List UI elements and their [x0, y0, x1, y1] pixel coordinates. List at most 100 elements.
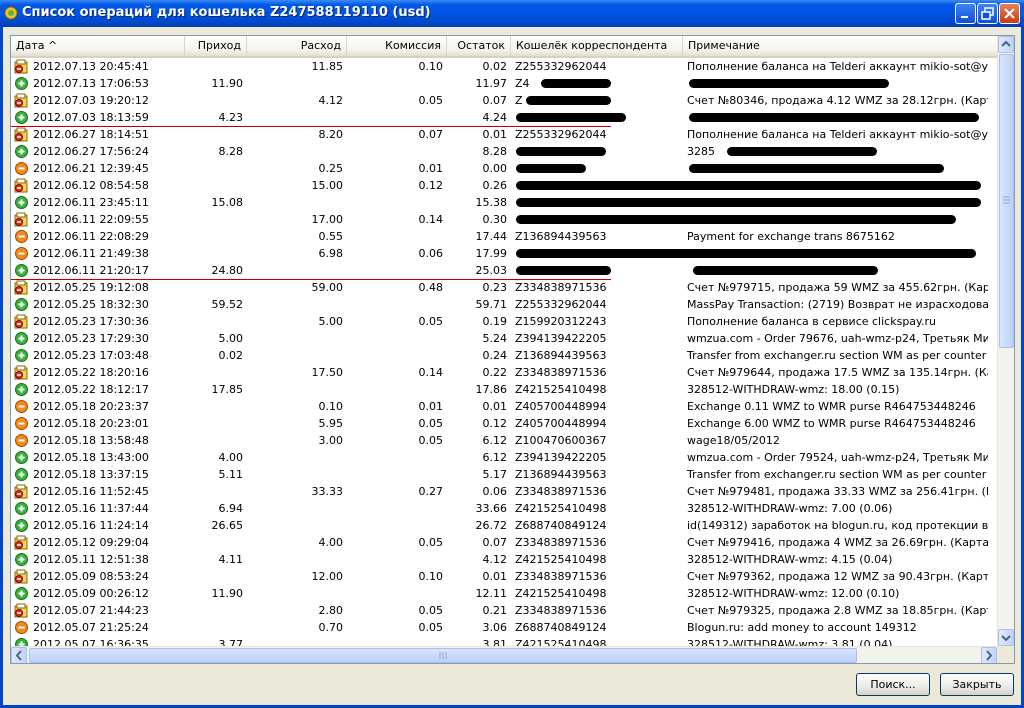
arrow-right-icon	[986, 650, 993, 661]
date-cell: 2012.05.18 13:37:15	[33, 468, 149, 481]
scroll-left-button[interactable]	[11, 647, 27, 663]
column-header-fee[interactable]: Комиссия	[347, 36, 447, 56]
purse-cell: Z334838971536	[515, 281, 607, 294]
table-row[interactable]: 2012.05.07 16:36:35 3.77 3.81 Z421525410498…	[11, 636, 999, 646]
expense-cell: 6.98	[318, 247, 344, 260]
table-row[interactable]: 2012.05.25 19:12:08 59.00 0.48 0.23 Z3348389…	[11, 279, 999, 296]
table-row[interactable]: 2012.05.18 20:23:01 5.95 0.05 0.12 Z40570044…	[11, 415, 999, 432]
vertical-scrollbar[interactable]	[997, 36, 1014, 646]
minimize-icon	[961, 16, 968, 18]
table-row[interactable]: 2012.05.18 13:37:15 5.11 5.17 Z136894439563…	[11, 466, 999, 483]
scroll-up-button[interactable]	[998, 36, 1014, 53]
maximize-button[interactable]	[977, 3, 998, 24]
expense-cell: 8.20	[318, 128, 344, 141]
table-row[interactable]: 2012.05.16 11:37:44 6.94 33.66 Z42152541049…	[11, 500, 999, 517]
date-cell: 2012.05.23 17:03:48	[33, 349, 149, 362]
column-header-purse[interactable]: Кошелёк корреспондента	[511, 36, 683, 56]
expense-cell	[247, 585, 347, 602]
close-button[interactable]: Закрыть	[940, 673, 1014, 696]
income-cell	[185, 568, 247, 585]
table-row[interactable]: 2012.06.11 22:08:29 0.55 17.44 Z13689443956…	[11, 228, 999, 245]
table-row[interactable]: 2012.07.13 20:45:41 11.85 0.10 0.02 Z2553329…	[11, 58, 999, 75]
fee-cell: 0.10	[418, 570, 444, 583]
scroll-right-button[interactable]	[981, 647, 997, 663]
date-cell: 2012.05.18 20:23:01	[33, 417, 149, 430]
date-cell: 2012.05.18 13:43:00	[33, 451, 149, 464]
balance-cell: 0.01	[482, 570, 508, 583]
table-row[interactable]: 2012.05.07 21:25:24 0.70 0.05 3.06 Z68874084…	[11, 619, 999, 636]
date-cell: 2012.06.11 22:09:55	[33, 213, 149, 226]
table-row[interactable]: 2012.05.07 21:44:23 2.80 0.05 0.21 Z33483897…	[11, 602, 999, 619]
table-row[interactable]: 2012.05.18 20:23:37 0.10 0.01 0.01 Z40570044…	[11, 398, 999, 415]
note-cell: wmzua.com - Order 79676, uah-wmz-p24, Тр…	[687, 332, 988, 345]
wallet-app-icon	[4, 6, 18, 20]
exchange-icon	[15, 417, 28, 430]
table-row[interactable]: 2012.06.27 18:14:51 8.20 0.07 0.01 Z25533296…	[11, 126, 999, 143]
table-row[interactable]: 2012.05.16 11:52:45 33.33 0.27 0.06 Z3348389…	[11, 483, 999, 500]
table-row[interactable]: 2012.05.18 13:58:48 3.00 0.05 6.12 Z10047060…	[11, 432, 999, 449]
operations-list[interactable]: Дата ^ Приход Расход Комиссия Остаток Ко…	[10, 35, 1015, 664]
column-header-date[interactable]: Дата ^	[11, 36, 185, 56]
income-cell: 17.85	[211, 383, 244, 396]
arrow-up-icon	[1001, 40, 1011, 47]
column-header-income[interactable]: Приход	[185, 36, 247, 56]
column-header-expense[interactable]: Расход	[247, 36, 347, 56]
redaction-mark	[516, 198, 981, 207]
date-cell: 2012.06.11 22:08:29	[33, 230, 149, 243]
income-cell	[185, 432, 247, 449]
table-row[interactable]: 2012.05.18 13:43:00 4.00 6.12 Z394139422205…	[11, 449, 999, 466]
expense-cell	[247, 449, 347, 466]
invoice-payment-icon	[14, 569, 28, 584]
expense-cell: 33.33	[311, 485, 344, 498]
table-row[interactable]: 2012.05.23 17:29:30 5.00 5.24 Z394139422205…	[11, 330, 999, 347]
table-row[interactable]: 2012.05.12 09:29:04 4.00 0.05 0.07 Z33483897…	[11, 534, 999, 551]
exchange-icon	[15, 247, 28, 260]
invoice-payment-icon	[14, 127, 28, 142]
column-header-balance[interactable]: Остаток	[447, 36, 511, 56]
close-window-button[interactable]	[999, 3, 1020, 24]
date-cell: 2012.06.11 23:45:11	[33, 196, 149, 209]
fee-cell: 0.01	[418, 162, 444, 175]
table-row[interactable]: 2012.07.03 19:20:12 4.12 0.05 0.07 Z Счет №80…	[11, 92, 999, 109]
balance-cell: 6.12	[482, 451, 508, 464]
table-row[interactable]: 2012.05.09 00:26:12 11.90 12.11 Z4215254104…	[11, 585, 999, 602]
grip-icon	[1003, 196, 1010, 204]
search-button[interactable]: Поиск...	[856, 673, 930, 696]
purse-cell: Z405700448994	[515, 417, 607, 430]
income-icon	[15, 519, 28, 532]
column-header-note[interactable]: Примечание	[683, 36, 999, 56]
horizontal-scrollbar[interactable]	[11, 646, 999, 663]
scroll-down-button[interactable]	[998, 629, 1014, 646]
invoice-payment-icon	[14, 59, 28, 74]
fee-cell	[347, 449, 447, 466]
vertical-scroll-thumb[interactable]	[999, 54, 1014, 348]
table-row[interactable]: 2012.05.23 17:30:36 5.00 0.05 0.19 Z15992031…	[11, 313, 999, 330]
restore-icon	[981, 7, 994, 20]
balance-cell: 0.23	[482, 281, 508, 294]
table-row[interactable]: 2012.05.09 08:53:24 12.00 0.10 0.01 Z3348389…	[11, 568, 999, 585]
note-cell: Пополнение баланса на Telderi аккаунт mi…	[687, 128, 988, 141]
table-row[interactable]: 2012.05.22 18:12:17 17.85 17.86 Z4215254104…	[11, 381, 999, 398]
minimize-button[interactable]	[955, 3, 976, 24]
horizontal-scroll-thumb[interactable]	[29, 648, 857, 663]
note-cell: Blogun.ru: add money to account 149312	[687, 621, 917, 634]
table-row[interactable]: 2012.05.11 12:51:38 4.11 4.12 Z421525410498…	[11, 551, 999, 568]
table-row[interactable]: 2012.05.16 11:24:14 26.65 26.72 Z6887408491…	[11, 517, 999, 534]
note-cell: Счет №979325, продажа 2.8 WMZ за 18.85гр…	[687, 604, 988, 617]
expense-cell: 3.00	[318, 434, 344, 447]
note-cell: Пополнение баланса в сервисе clickspay.r…	[687, 315, 936, 328]
purse-cell: Z688740849124	[515, 621, 607, 634]
redaction-mark	[516, 181, 981, 190]
date-cell: 2012.05.23 17:29:30	[33, 332, 149, 345]
note-cell: Счет №80346, продажа 4.12 WMZ за 28.12гр…	[687, 94, 988, 107]
income-cell: 6.94	[218, 502, 244, 515]
fee-cell	[347, 347, 447, 364]
table-row[interactable]: 2012.05.23 17:03:48 0.02 0.24 Z136894439563…	[11, 347, 999, 364]
fee-cell: 0.48	[418, 281, 444, 294]
purse-cell: Z688740849124	[515, 519, 607, 532]
purse-cell: Z405700448994	[515, 400, 607, 413]
table-row[interactable]: 2012.05.25 18:32:30 59.52 59.71 Z2553329620…	[11, 296, 999, 313]
date-cell: 2012.07.03 19:20:12	[33, 94, 149, 107]
balance-cell: 11.97	[475, 77, 508, 90]
table-row[interactable]: 2012.05.22 18:20:16 17.50 0.14 0.22 Z3348389…	[11, 364, 999, 381]
